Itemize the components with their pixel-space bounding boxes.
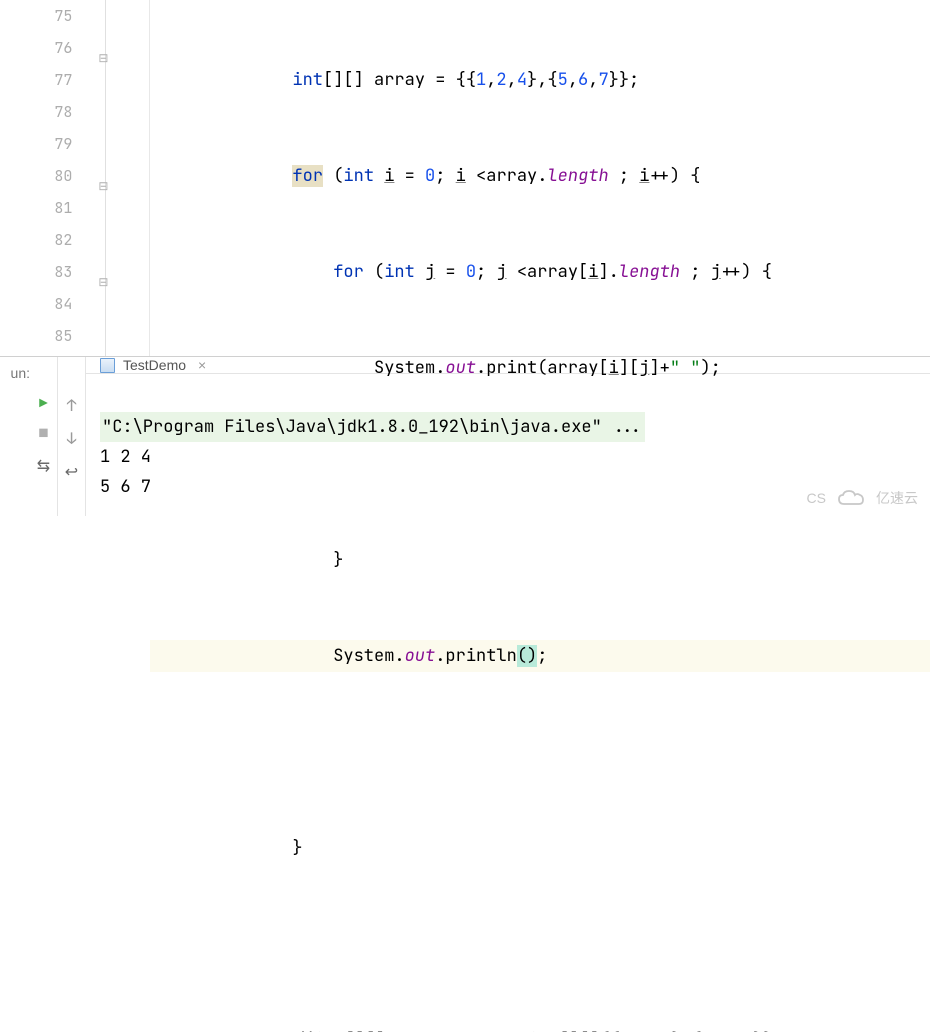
rerun-icon[interactable]: ▶ (39, 395, 47, 413)
fold-expand-icon[interactable]: ⊟ (98, 266, 112, 280)
soft-wrap-icon[interactable]: ↩ (65, 461, 78, 482)
run-panel: un: ▶ ■ ⇆ ↑ ↓ ↩ TestDemo × "C:\Program F… (0, 357, 930, 516)
console-line: 5 6 7 (100, 476, 151, 498)
line-number: 79 (0, 128, 72, 160)
line-number: 75 (0, 0, 72, 32)
code-line[interactable]: //int[][] array2 = new int[][]{{1,2,4},{… (150, 1024, 930, 1032)
console-command: "C:\Program Files\Java\jdk1.8.0_192\bin\… (100, 412, 645, 442)
fold-column: ⊟ ⊟ ⊟ (94, 0, 149, 356)
watermark: CS 亿速云 (807, 488, 918, 508)
line-number: 76 (0, 32, 72, 64)
layout-icon[interactable]: ⇆ (37, 455, 50, 476)
watermark-cs: CS (807, 490, 826, 506)
code-content[interactable]: int[][] array = {{1,2,4},{5,6,7}}; for (… (150, 0, 930, 356)
stop-icon[interactable]: ■ (39, 425, 47, 443)
line-number: 82 (0, 224, 72, 256)
fold-collapse-icon[interactable]: ⊟ (98, 42, 112, 56)
console-line: 1 2 4 (100, 446, 151, 468)
gutter: 75 76 77 78 79 80 81 82 83 84 85 ⊟ ⊟ ⊟ (0, 0, 150, 356)
application-icon (100, 358, 115, 373)
fold-expand-icon[interactable]: ⊟ (98, 170, 112, 184)
cloud-icon (836, 488, 866, 508)
line-number: 77 (0, 64, 72, 96)
down-arrow-icon[interactable]: ↓ (67, 428, 77, 449)
line-number: 78 (0, 96, 72, 128)
code-line[interactable] (150, 928, 930, 960)
code-line[interactable]: } (150, 832, 930, 864)
code-line[interactable]: for (int i = 0; i <array.length ; i++) { (150, 160, 930, 192)
code-line[interactable]: for (int j = 0; j <array[i].length ; j++… (150, 256, 930, 288)
up-arrow-icon[interactable]: ↑ (67, 395, 77, 416)
run-label: un: (0, 357, 30, 516)
console-output[interactable]: "C:\Program Files\Java\jdk1.8.0_192\bin\… (86, 374, 930, 540)
line-number: 80 (0, 160, 72, 192)
code-line[interactable] (150, 736, 930, 768)
run-nav-toolbar: ↑ ↓ ↩ (58, 357, 86, 516)
run-content: TestDemo × "C:\Program Files\Java\jdk1.8… (86, 357, 930, 516)
line-number: 81 (0, 192, 72, 224)
line-number: 83 (0, 256, 72, 288)
code-line[interactable]: int[][] array = {{1,2,4},{5,6,7}}; (150, 64, 930, 96)
line-number: 84 (0, 288, 72, 320)
line-numbers: 75 76 77 78 79 80 81 82 83 84 85 (0, 0, 94, 356)
watermark-brand: 亿速云 (876, 488, 918, 508)
code-line[interactable]: } (150, 544, 930, 576)
line-number: 85 (0, 320, 72, 352)
code-editor[interactable]: 75 76 77 78 79 80 81 82 83 84 85 ⊟ ⊟ ⊟ i… (0, 0, 930, 356)
run-side-toolbar: ▶ ■ ⇆ (30, 357, 58, 516)
code-line-active[interactable]: System.out.println(); (150, 640, 930, 672)
